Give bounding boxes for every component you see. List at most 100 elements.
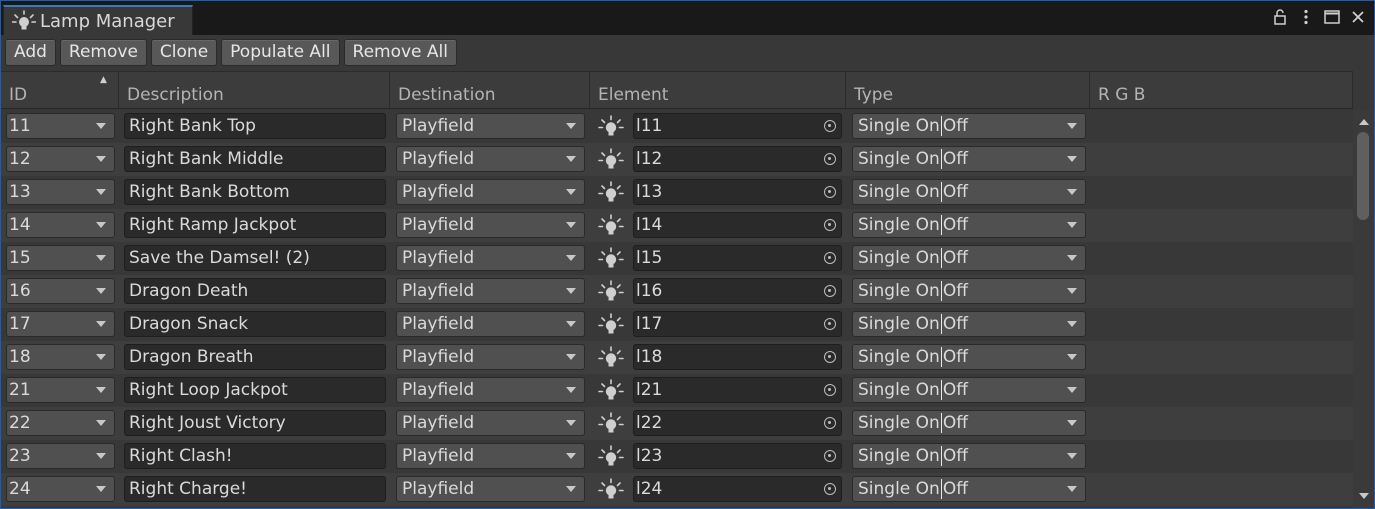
object-picker-icon[interactable] (824, 450, 836, 462)
table-row[interactable]: 13 Right Bank Bottom Playfield l13 Single On… (1, 176, 1353, 209)
id-dropdown[interactable]: 21 (6, 377, 115, 403)
element-object-field[interactable]: l12 (633, 146, 842, 172)
table-row[interactable]: 23 Right Clash! Playfield l23 Single On Off (1, 440, 1353, 473)
clone-button[interactable]: Clone (150, 38, 218, 66)
object-picker-icon[interactable] (824, 417, 836, 429)
object-picker-icon[interactable] (824, 120, 836, 132)
type-dropdown[interactable]: Single On Off (852, 146, 1086, 172)
description-field[interactable]: Right Ramp Jackpot (124, 212, 386, 238)
type-dropdown[interactable]: Single On Off (852, 377, 1086, 403)
table-row[interactable]: 14 Right Ramp Jackpot Playfield l14 Single O… (1, 209, 1353, 242)
description-field[interactable]: Dragon Breath (124, 344, 386, 370)
description-field[interactable]: Right Joust Victory (124, 410, 386, 436)
object-picker-icon[interactable] (824, 285, 836, 297)
id-dropdown[interactable]: 16 (6, 278, 115, 304)
table-row[interactable]: 24 Right Charge! Playfield l24 Single On Off (1, 473, 1353, 506)
object-picker-icon[interactable] (824, 318, 836, 330)
destination-dropdown[interactable]: Playfield (396, 410, 585, 436)
description-field[interactable]: Dragon Death (124, 278, 386, 304)
table-row[interactable]: 18 Dragon Breath Playfield l18 Single On Off (1, 341, 1353, 374)
type-dropdown[interactable]: Single On Off (852, 410, 1086, 436)
type-dropdown[interactable]: Single On Off (852, 179, 1086, 205)
element-object-field[interactable]: l13 (633, 179, 842, 205)
table-row[interactable]: 21 Right Loop Jackpot Playfield l21 Single O… (1, 374, 1353, 407)
populate-all-button[interactable]: Populate All (221, 38, 340, 66)
destination-dropdown[interactable]: Playfield (396, 476, 585, 502)
description-field[interactable]: Dragon Snack (124, 311, 386, 337)
id-dropdown[interactable]: 15 (6, 245, 115, 271)
column-header-type[interactable]: Type (846, 72, 1090, 109)
id-dropdown[interactable]: 23 (6, 443, 115, 469)
destination-dropdown[interactable]: Playfield (396, 278, 585, 304)
type-dropdown[interactable]: Single On Off (852, 476, 1086, 502)
description-field[interactable]: Right Clash! (124, 443, 386, 469)
remove-button[interactable]: Remove (59, 38, 147, 66)
id-dropdown[interactable]: 11 (6, 113, 115, 139)
description-field[interactable]: Save the Damsel! (2) (124, 245, 386, 271)
close-icon[interactable] (1350, 8, 1366, 26)
element-object-field[interactable]: l18 (633, 344, 842, 370)
tab-lamp-manager[interactable]: Lamp Manager (3, 5, 193, 35)
type-dropdown[interactable]: Single On Off (852, 311, 1086, 337)
element-object-field[interactable]: l16 (633, 278, 842, 304)
element-object-field[interactable]: l22 (633, 410, 842, 436)
scroll-down-arrow-icon[interactable] (1359, 493, 1369, 499)
object-picker-icon[interactable] (824, 351, 836, 363)
element-object-field[interactable]: l24 (633, 476, 842, 502)
column-header-rgb[interactable]: R G B (1090, 72, 1353, 109)
maximize-icon[interactable] (1324, 8, 1340, 26)
element-object-field[interactable]: l15 (633, 245, 842, 271)
object-picker-icon[interactable] (824, 186, 836, 198)
element-object-field[interactable]: l23 (633, 443, 842, 469)
table-row[interactable]: 15 Save the Damsel! (2) Playfield l15 Single… (1, 242, 1353, 275)
object-picker-icon[interactable] (824, 252, 836, 264)
object-picker-icon[interactable] (824, 219, 836, 231)
description-field[interactable]: Right Charge! (124, 476, 386, 502)
table-row[interactable]: 17 Dragon Snack Playfield l17 Single On Off (1, 308, 1353, 341)
id-dropdown[interactable]: 12 (6, 146, 115, 172)
description-field[interactable]: Right Bank Top (124, 113, 386, 139)
type-dropdown[interactable]: Single On Off (852, 278, 1086, 304)
table-row[interactable]: 12 Right Bank Middle Playfield l12 Single On… (1, 143, 1353, 176)
id-dropdown[interactable]: 18 (6, 344, 115, 370)
scrollbar-thumb[interactable] (1357, 132, 1369, 220)
column-header-id[interactable]: ID ▲ (1, 72, 119, 109)
type-dropdown[interactable]: Single On Off (852, 443, 1086, 469)
destination-dropdown[interactable]: Playfield (396, 344, 585, 370)
destination-dropdown[interactable]: Playfield (396, 146, 585, 172)
description-field[interactable]: Right Loop Jackpot (124, 377, 386, 403)
table-row[interactable]: 22 Right Joust Victory Playfield l22 Single … (1, 407, 1353, 440)
object-picker-icon[interactable] (824, 384, 836, 396)
type-dropdown[interactable]: Single On Off (852, 212, 1086, 238)
table-row[interactable]: 11 Right Bank Top Playfield l11 Single On Off (1, 110, 1353, 143)
kebab-menu-icon[interactable] (1298, 8, 1314, 26)
id-dropdown[interactable]: 17 (6, 311, 115, 337)
id-dropdown[interactable]: 22 (6, 410, 115, 436)
element-object-field[interactable]: l14 (633, 212, 842, 238)
destination-dropdown[interactable]: Playfield (396, 212, 585, 238)
id-dropdown[interactable]: 24 (6, 476, 115, 502)
column-header-description[interactable]: Description (119, 72, 390, 109)
destination-dropdown[interactable]: Playfield (396, 113, 585, 139)
description-field[interactable]: Right Bank Bottom (124, 179, 386, 205)
type-dropdown[interactable]: Single On Off (852, 344, 1086, 370)
object-picker-icon[interactable] (824, 153, 836, 165)
table-row[interactable]: 16 Dragon Death Playfield l16 Single On Off (1, 275, 1353, 308)
object-picker-icon[interactable] (824, 483, 836, 495)
id-dropdown[interactable]: 13 (6, 179, 115, 205)
element-object-field[interactable]: l17 (633, 311, 842, 337)
type-dropdown[interactable]: Single On Off (852, 113, 1086, 139)
destination-dropdown[interactable]: Playfield (396, 443, 585, 469)
element-object-field[interactable]: l21 (633, 377, 842, 403)
type-dropdown[interactable]: Single On Off (852, 245, 1086, 271)
id-dropdown[interactable]: 14 (6, 212, 115, 238)
destination-dropdown[interactable]: Playfield (396, 179, 585, 205)
scroll-up-arrow-icon[interactable] (1359, 119, 1369, 125)
lock-icon[interactable] (1272, 8, 1288, 26)
description-field[interactable]: Right Bank Middle (124, 146, 386, 172)
element-object-field[interactable]: l11 (633, 113, 842, 139)
destination-dropdown[interactable]: Playfield (396, 311, 585, 337)
column-header-element[interactable]: Element (590, 72, 846, 109)
column-header-destination[interactable]: Destination (390, 72, 590, 109)
destination-dropdown[interactable]: Playfield (396, 245, 585, 271)
